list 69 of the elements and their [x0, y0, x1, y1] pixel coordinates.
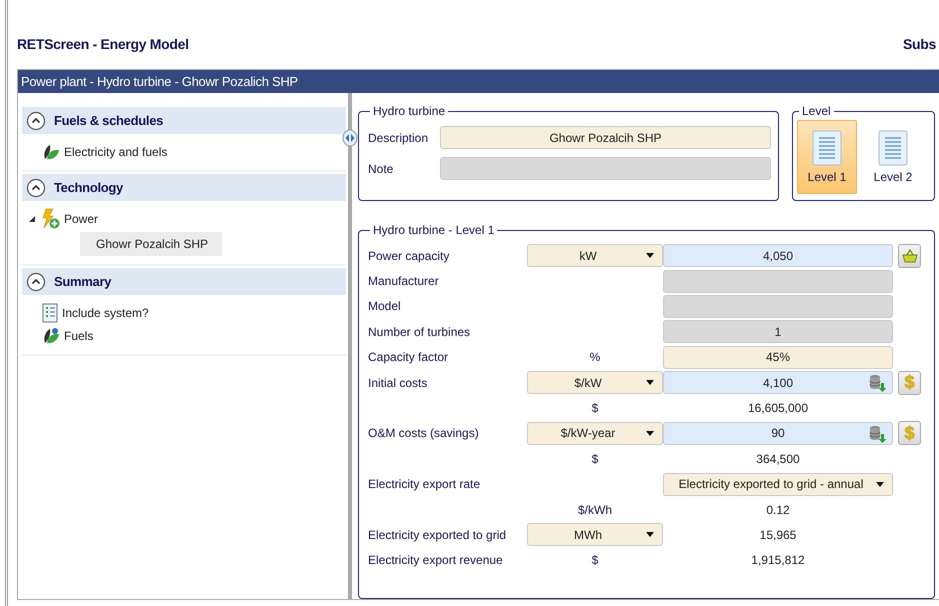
caret-icon — [876, 482, 884, 488]
unit-dropdown[interactable]: kW — [527, 244, 663, 268]
tree-item[interactable]: Power — [64, 212, 98, 226]
text-field[interactable]: Ghowr Pozalcih SHP — [440, 126, 771, 149]
field-label: Electricity export revenue — [368, 553, 504, 568]
basket-button[interactable] — [898, 244, 921, 268]
unit-text: $ — [590, 401, 600, 416]
database-icon[interactable] — [869, 374, 886, 392]
value-text: 364,500 — [755, 452, 801, 466]
unit-dropdown[interactable]: $/kW — [527, 371, 663, 394]
field-label: Capacity factor — [368, 350, 450, 364]
database-icon[interactable] — [869, 424, 886, 443]
value-text: 1,915,812 — [750, 553, 806, 568]
leaf-icon — [42, 143, 60, 161]
group-title: Level — [801, 104, 832, 118]
value-field[interactable]: 45% — [663, 346, 893, 369]
collapse-icon[interactable] — [26, 110, 46, 130]
field-label: Note — [368, 162, 394, 176]
field-label: Power capacity — [368, 248, 450, 263]
level-button[interactable]: Level 1 — [797, 120, 857, 194]
document-icon — [878, 130, 908, 166]
sidebar-item[interactable]: Electricity and fuels — [64, 145, 168, 159]
leaf-icon — [42, 327, 60, 345]
field-label: Number of turbines — [368, 324, 472, 339]
unit-dropdown[interactable]: $/kW-year — [527, 422, 663, 445]
section-header[interactable]: Technology — [54, 180, 123, 195]
splitter-handle-icon[interactable] — [342, 129, 358, 147]
group-title: Hydro turbine - Level 1 — [372, 223, 496, 237]
basket-icon — [902, 248, 918, 263]
unit-text: $ — [590, 553, 600, 568]
breadcrumb-bar: Power plant - Hydro turbine - Ghowr Pozalich SHP — [18, 70, 939, 93]
checklist-icon — [42, 303, 58, 323]
window-title: RETScreen - Energy Model — [17, 36, 189, 52]
input-field[interactable]: 4,050 — [663, 244, 893, 268]
input-field[interactable]: 4,100 — [663, 371, 893, 394]
caret-icon — [646, 380, 654, 386]
field-label: Model — [368, 299, 402, 314]
field-label: Initial costs — [368, 376, 428, 390]
caret-icon — [646, 253, 654, 260]
dropdown[interactable]: Electricity exported to grid - annual — [663, 472, 893, 496]
unit-text: % — [588, 350, 602, 364]
sidebar-item[interactable]: Fuels — [64, 329, 94, 343]
expanded-triangle-icon[interactable] — [28, 215, 36, 223]
collapse-icon[interactable] — [26, 272, 46, 292]
unit-dropdown[interactable]: MWh — [527, 523, 663, 546]
level-button[interactable]: Level 2 — [863, 120, 923, 194]
input-field[interactable]: 90 — [663, 422, 893, 445]
value-text: 0.12 — [765, 502, 791, 517]
value-text: 15,965 — [758, 528, 798, 542]
unit-text: $/kWh — [576, 502, 613, 517]
disabled-field: 1 — [663, 320, 893, 344]
document-icon — [812, 130, 842, 166]
section-header[interactable]: Summary — [54, 274, 112, 289]
tree-item[interactable]: Ghowr Pozalcih SHP — [80, 232, 222, 256]
sidebar-item[interactable]: Include system? — [62, 306, 149, 320]
group-title: Hydro turbine — [372, 104, 446, 118]
value-text: 16,605,000 — [746, 401, 810, 416]
field-label: O&M costs (savings) — [368, 426, 480, 440]
field-label: Electricity export rate — [368, 477, 482, 492]
unit-text: $ — [590, 452, 600, 466]
header-text: Subs — [902, 36, 936, 52]
field-label: Electricity exported to grid — [368, 528, 508, 542]
collapse-icon[interactable] — [26, 178, 46, 198]
field-label: Description — [368, 130, 430, 144]
caret-icon — [646, 430, 654, 437]
field-label: Manufacturer — [368, 274, 440, 288]
section-header[interactable]: Fuels & schedules — [54, 113, 164, 128]
lightning-icon — [40, 208, 60, 230]
caret-icon — [646, 532, 654, 538]
